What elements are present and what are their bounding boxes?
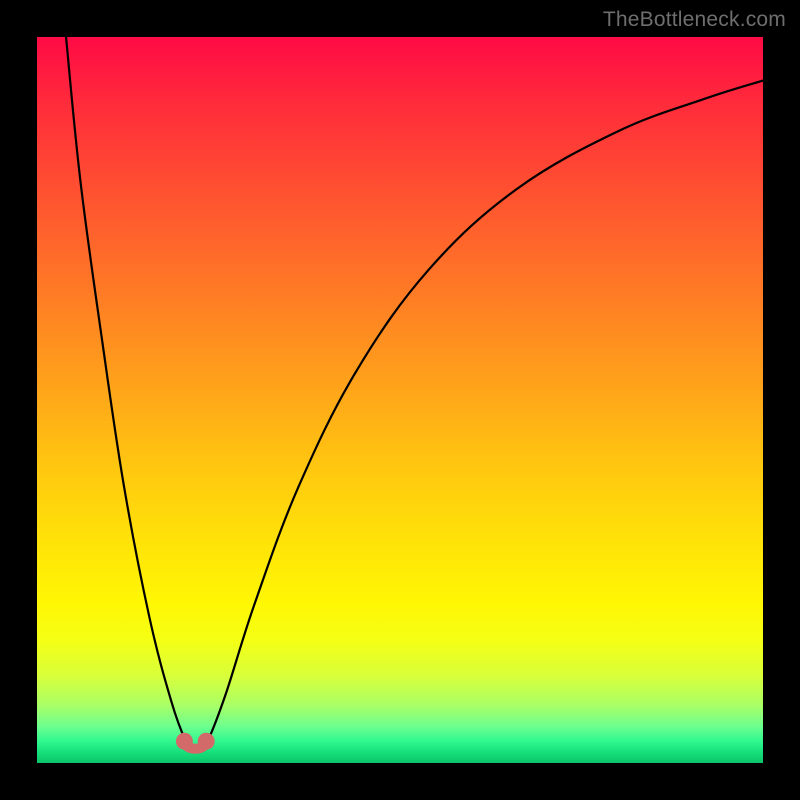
plot-area xyxy=(37,37,763,763)
marker-dot-right xyxy=(198,733,215,750)
marker-dot-left xyxy=(176,733,193,750)
watermark-text: TheBottleneck.com xyxy=(603,8,786,32)
curve-layer xyxy=(37,37,763,763)
markers xyxy=(176,733,215,750)
bottleneck-curve xyxy=(66,37,763,749)
chart-frame: TheBottleneck.com xyxy=(0,0,800,800)
